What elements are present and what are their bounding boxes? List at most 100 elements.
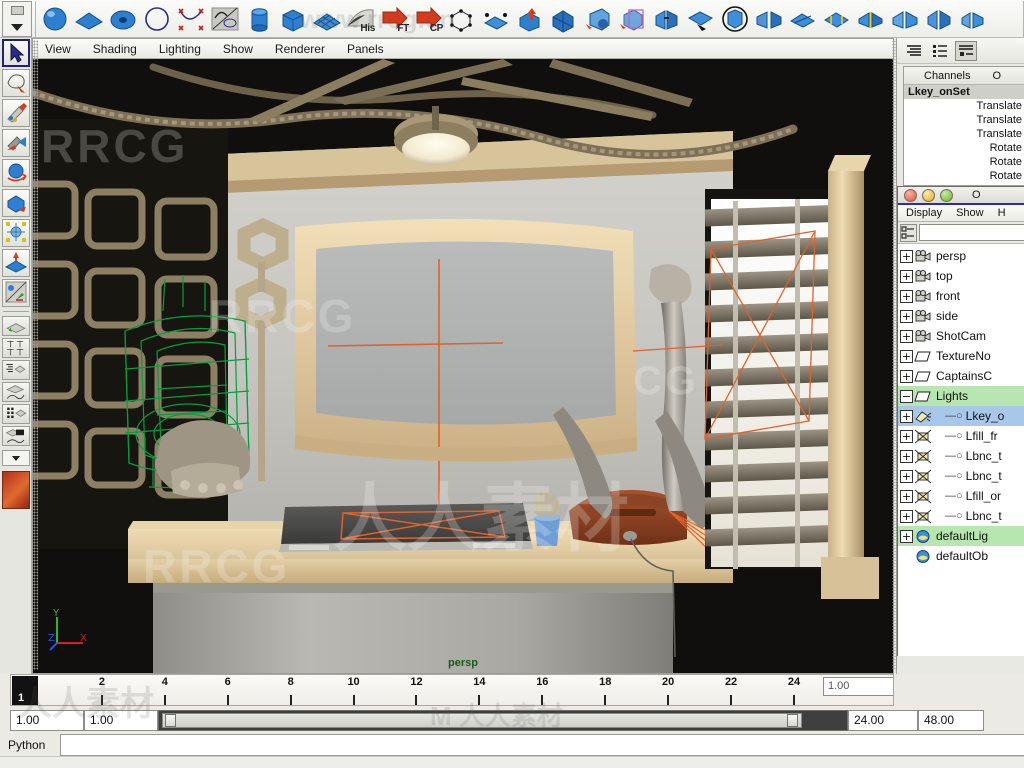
outliner-item-top[interactable]: + top [898,266,1024,286]
outliner-item-captainsc[interactable]: + CaptainsC [898,366,1024,386]
poly-booleans-button[interactable] [718,2,751,35]
current-frame-marker[interactable]: 1 [12,676,38,705]
outliner-item-lfill-or[interactable]: + —○ Lfill_or [898,486,1024,506]
outliner-item-defaultob[interactable]: defaultOb [898,546,1024,566]
outliner-item-persp[interactable]: + persp [898,246,1024,266]
outliner-expander[interactable]: + [900,329,913,343]
poly-merge-button[interactable] [650,2,683,35]
outliner-item-shotcam[interactable]: + ShotCam [898,326,1024,346]
outliner-item-lights[interactable]: − Lights [898,386,1024,406]
lasso-tool[interactable] [1,69,30,97]
last-tool-used[interactable] [1,279,30,307]
close-icon[interactable] [904,188,917,202]
outliner-sort-icon[interactable] [900,223,917,242]
outliner-tree[interactable]: + persp + top + front + side + ShotCam + TextureNo +… [898,244,1024,656]
range-slider-handle-left[interactable] [165,713,176,727]
outliner-menu-show[interactable]: Show [956,207,984,219]
center-pivot-button[interactable]: CP [412,2,445,35]
poly-extrude-button[interactable] [514,2,547,35]
curve-surface-button[interactable] [208,2,241,35]
viewport-menu-panels[interactable]: Panels [347,42,384,56]
outliner-expander[interactable]: + [900,449,913,463]
outliner-expander[interactable]: + [900,289,913,303]
outliner-menu-help[interactable]: H [998,207,1006,219]
outliner-expander[interactable]: + [900,429,913,443]
poly-split-button[interactable] [786,2,819,35]
poly-cylinder-button[interactable] [242,2,275,35]
minimize-icon[interactable] [922,188,935,202]
channel-tab-channels[interactable]: Channels [924,70,970,82]
layout-dropdown[interactable] [1,450,30,466]
poly-plane-button[interactable] [72,2,105,35]
paint-select-tool[interactable] [1,99,30,127]
outliner-expander[interactable]: + [900,269,913,283]
nurbs-circle-button[interactable] [140,2,173,35]
viewport-menu-shading[interactable]: Shading [93,42,137,56]
layout-hypershade-persp[interactable] [1,404,30,424]
poly-cut-face-button[interactable] [820,2,853,35]
zoom-icon[interactable] [940,188,953,202]
channel-box-row[interactable]: Rotate [904,169,1024,183]
outliner-expander[interactable]: + [900,489,913,503]
outliner-expander[interactable]: + [900,529,913,543]
range-slider-handle-right[interactable] [787,713,798,727]
rotate-tool[interactable] [1,159,30,187]
poly-offset-edge-button[interactable] [888,2,921,35]
poly-combine-button[interactable] [446,2,479,35]
outliner-titlebar[interactable]: O [898,187,1024,205]
poly-torus-button[interactable] [106,2,139,35]
outliner-search-input[interactable] [919,224,1024,241]
poly-collapse-button[interactable] [922,2,955,35]
outliner-item-lbnc-t[interactable]: + —○ Lbnc_t [898,446,1024,466]
outliner-expander[interactable]: + [900,309,913,323]
outliner-item-lbnc-t[interactable]: + —○ Lbnc_t [898,506,1024,526]
channel-box-layout-icon[interactable] [903,41,925,61]
soft-modification-tool[interactable] [1,249,30,277]
outliner-item-defaultlig[interactable]: + defaultLig [898,526,1024,546]
outliner-item-lfill-fr[interactable]: + —○ Lfill_fr [898,426,1024,446]
poly-duplicate-face-button[interactable] [956,2,989,35]
poly-insert-edge-button[interactable] [854,2,887,35]
outliner-expander[interactable]: + [900,349,913,363]
layout-four-view[interactable] [1,338,30,358]
freeze-transform-button[interactable]: FT [378,2,411,35]
anim-end-field[interactable]: 48.00 [918,709,984,731]
channel-layer-layout-icon[interactable] [955,40,977,61]
poly-mirror-button[interactable] [752,2,785,35]
time-slider[interactable]: 1 2 4 6 8 10 12 14 16 18 20 22 24 1.00 [10,674,894,706]
select-tool[interactable] [1,39,30,67]
poly-wireframe-button[interactable] [548,2,581,35]
outliner-item-front[interactable]: + front [898,286,1024,306]
panel-grip-left[interactable] [33,40,38,670]
range-slider[interactable] [158,709,848,731]
channel-box-row[interactable]: Translate [904,127,1024,141]
range-end-field[interactable]: 24.00 [848,709,918,731]
command-input[interactable] [60,734,1024,756]
shelf-tab-selector[interactable] [2,0,32,37]
outliner-expander[interactable]: − [900,389,913,403]
outliner-expander[interactable]: + [900,369,913,383]
move-tool[interactable] [1,129,30,157]
outliner-expander[interactable]: + [900,409,913,423]
channel-tab-object[interactable]: O [992,70,1001,82]
poly-cube-button[interactable] [276,2,309,35]
poly-bevel-button[interactable] [582,2,615,35]
channel-box-row[interactable]: Rotate [904,141,1024,155]
channel-box-row[interactable]: Rotate [904,155,1024,169]
outliner-item-side[interactable]: + side [898,306,1024,326]
layout-single-perspective[interactable] [1,316,30,336]
viewport-menu-lighting[interactable]: Lighting [159,42,201,56]
universal-manipulator[interactable] [1,219,30,247]
curve-edit-points-button[interactable] [174,2,207,35]
anim-start-field[interactable]: 1.00 [84,709,158,731]
channel-box-row[interactable]: Translate [904,99,1024,113]
layout-persp-trax[interactable] [1,426,30,446]
outliner-expander[interactable]: + [900,249,913,263]
range-slider-track[interactable] [162,712,802,728]
outliner-menu-display[interactable]: Display [906,207,942,219]
outliner-expander[interactable]: + [900,469,913,483]
layout-outliner-persp[interactable] [1,360,30,380]
poly-grid-button[interactable] [310,2,343,35]
layout-persp-graph[interactable] [1,382,30,402]
poly-sphere-button[interactable] [38,2,71,35]
